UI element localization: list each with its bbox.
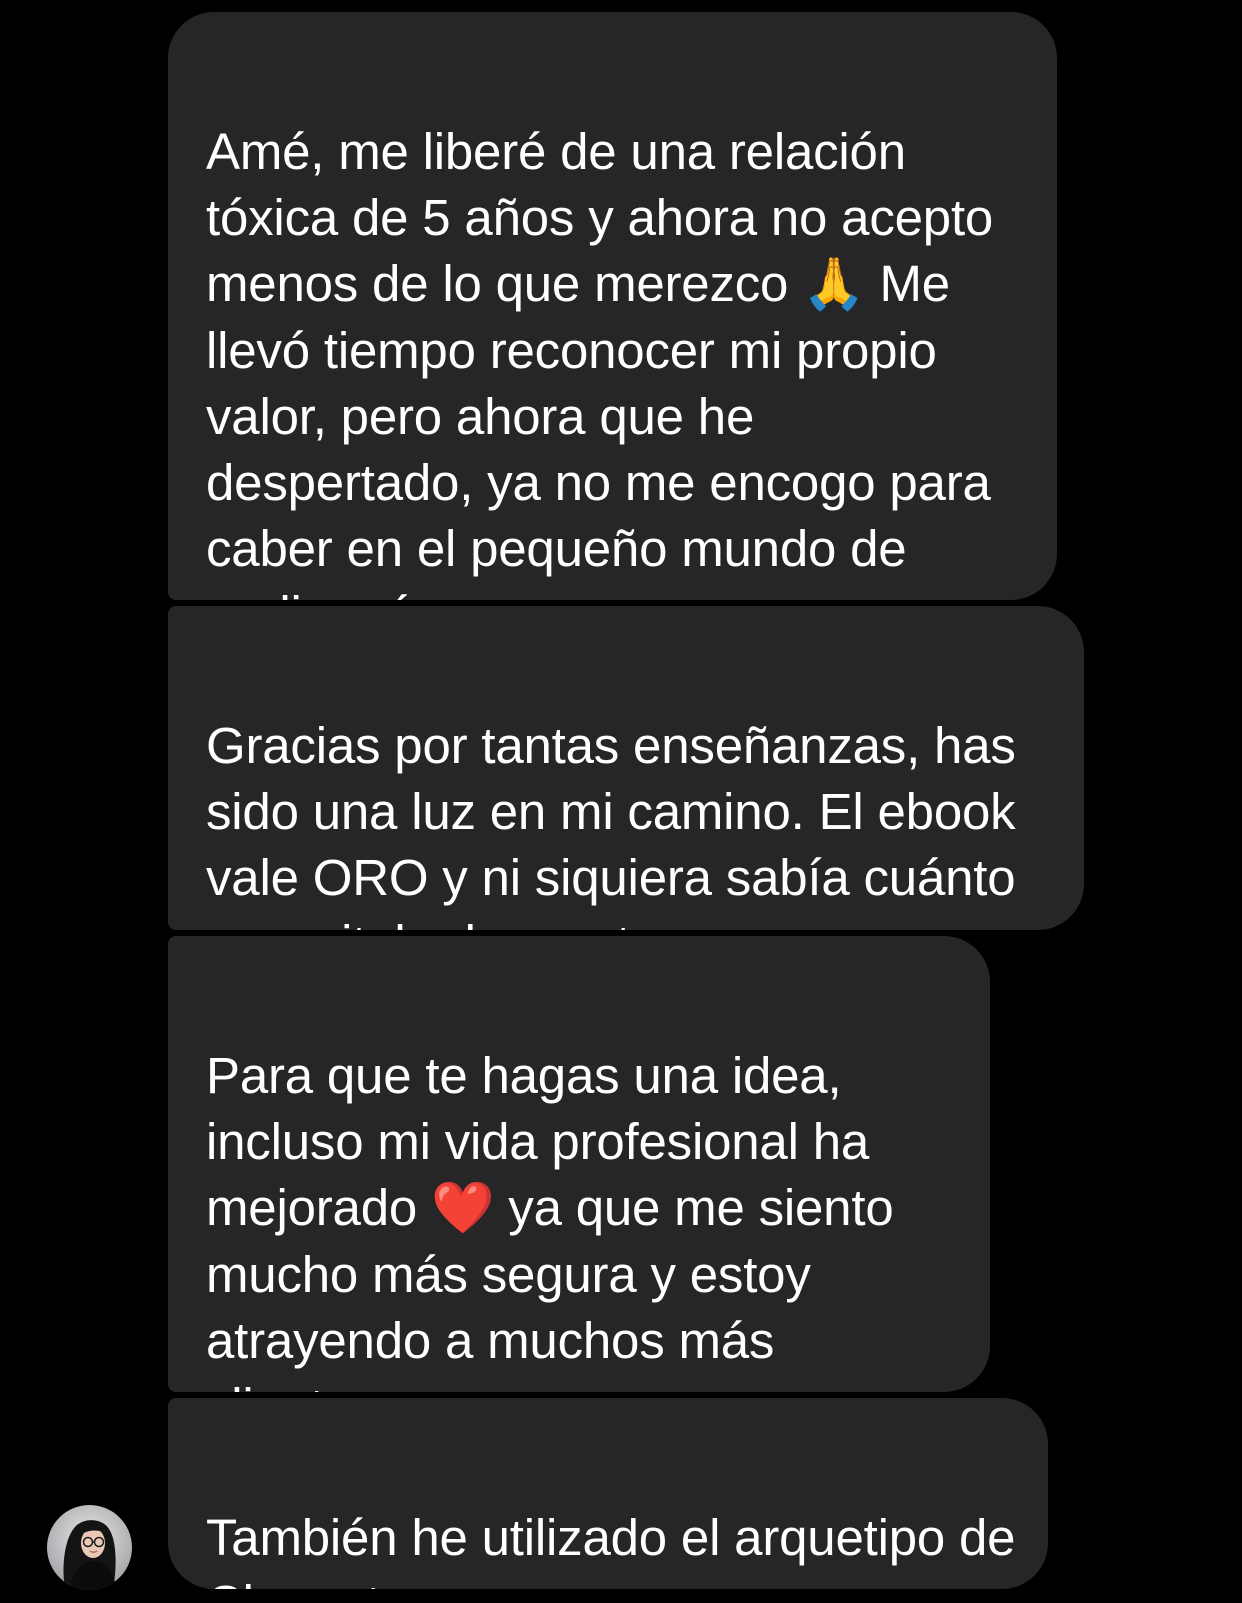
user-avatar-photo-icon: [47, 1505, 132, 1590]
message-2-text: Gracias por tantas enseñanzas, has sido …: [206, 717, 1016, 930]
red-heart-emoji-icon: ❤️: [431, 1179, 495, 1238]
message-bubble-3[interactable]: Para que te hagas una idea, incluso mi v…: [168, 936, 990, 1392]
message-bubble-1[interactable]: Amé, me liberé de una relación tóxica de…: [168, 12, 1057, 600]
message-bubble-4[interactable]: También he utilizado el arquetipo de Cle…: [168, 1398, 1048, 1589]
praying-hands-emoji-icon: 🙏: [802, 255, 866, 314]
message-4-text: También he utilizado el arquetipo de Cle…: [206, 1509, 1016, 1589]
message-bubble-2[interactable]: Gracias por tantas enseñanzas, has sido …: [168, 606, 1084, 930]
sender-avatar[interactable]: [47, 1505, 132, 1590]
